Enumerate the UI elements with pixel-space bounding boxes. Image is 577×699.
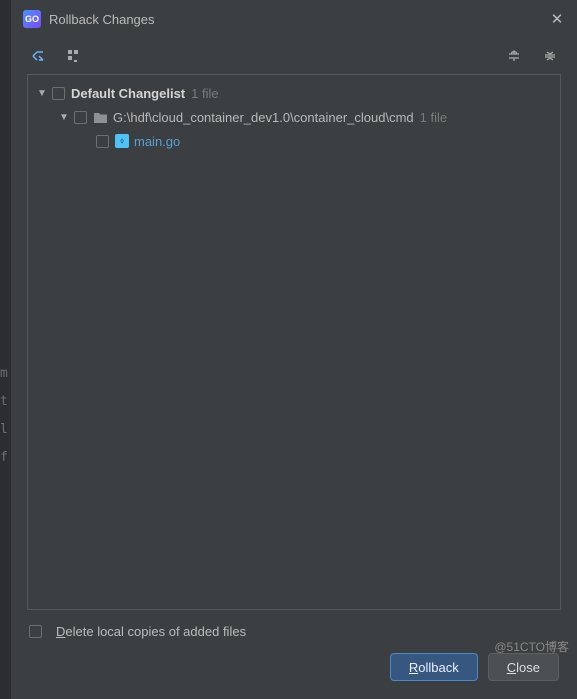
go-file-icon: ⬨	[115, 134, 129, 148]
delete-copies-checkbox[interactable]	[29, 625, 42, 638]
expand-arrow-icon[interactable]: ▼	[36, 88, 48, 99]
rollback-dialog: GO Rollback Changes ✕ ▼ Default Changeli…	[10, 0, 577, 699]
goland-app-icon: GO	[23, 10, 41, 28]
diff-icon[interactable]	[29, 47, 47, 65]
folder-node[interactable]: ▼ G:\hdf\cloud_container_dev1.0\containe…	[28, 105, 560, 129]
close-button[interactable]: Close	[488, 653, 559, 681]
rollback-button[interactable]: Rollback	[390, 653, 478, 681]
folder-path: G:\hdf\cloud_container_dev1.0\container_…	[113, 110, 414, 125]
delete-copies-option[interactable]: Delete local copies of added files	[11, 610, 577, 653]
file-name: main.go	[134, 134, 180, 149]
toolbar	[11, 38, 577, 74]
changelist-checkbox[interactable]	[52, 87, 65, 100]
watermark: @51CTO博客	[494, 638, 569, 655]
titlebar: GO Rollback Changes ✕	[11, 0, 577, 38]
changelist-count: 1 file	[191, 86, 218, 101]
dialog-buttons: Rollback Close	[11, 653, 577, 699]
close-icon[interactable]: ✕	[549, 11, 565, 27]
dialog-title: Rollback Changes	[49, 12, 541, 27]
changelist-label: Default Changelist	[71, 86, 185, 101]
folder-checkbox[interactable]	[74, 111, 87, 124]
expand-arrow-icon[interactable]: ▼	[58, 112, 70, 123]
changes-tree: ▼ Default Changelist 1 file ▼ G:\hdf\clo…	[27, 74, 561, 610]
delete-copies-label: Delete local copies of added files	[56, 624, 246, 639]
editor-gutter-bg: m t l f	[0, 360, 8, 472]
expand-all-icon[interactable]	[505, 47, 523, 65]
folder-icon	[93, 111, 108, 124]
file-node[interactable]: ⬨ main.go	[28, 129, 560, 153]
file-checkbox[interactable]	[96, 135, 109, 148]
collapse-all-icon[interactable]	[541, 47, 559, 65]
group-by-icon[interactable]	[65, 47, 83, 65]
changelist-node[interactable]: ▼ Default Changelist 1 file	[28, 81, 560, 105]
folder-count: 1 file	[420, 110, 447, 125]
